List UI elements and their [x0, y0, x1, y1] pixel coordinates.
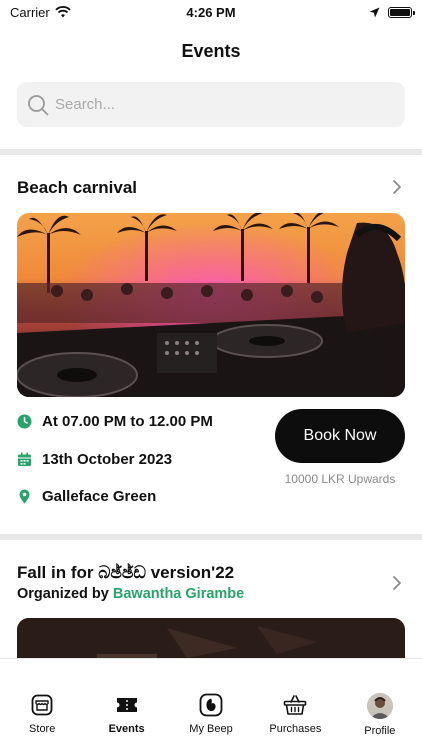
section-divider — [0, 149, 422, 155]
tab-label: Store — [29, 723, 56, 735]
store-icon — [31, 694, 53, 716]
avatar — [366, 693, 393, 719]
status-right — [272, 6, 415, 18]
page-title: Events — [181, 41, 241, 61]
event-banner-image[interactable] — [17, 213, 405, 397]
event-price: 10000 LKR Upwards — [284, 472, 396, 486]
wifi-icon — [55, 6, 71, 18]
section-divider — [0, 534, 422, 540]
tab-profile[interactable]: Profile — [338, 659, 422, 750]
event-date-row: 13th October 2023 — [17, 451, 172, 468]
chevron-right-icon[interactable] — [391, 179, 403, 195]
organizer-prefix: Organized by — [17, 586, 109, 602]
location-pin-icon — [19, 489, 30, 504]
event-location-row: Galleface Green — [17, 488, 156, 505]
organizer-name-link[interactable]: Bawantha Girambe — [113, 586, 244, 602]
event-location: Galleface Green — [42, 488, 157, 505]
book-now-button[interactable]: Book Now — [275, 409, 405, 463]
tab-label: Purchases — [269, 723, 322, 735]
beep-icon — [199, 693, 223, 717]
search-bar[interactable] — [17, 82, 405, 127]
clock-icon — [17, 414, 32, 429]
status-bar: Carrier 4:26 PM — [0, 0, 422, 24]
tab-bar: Store Events My Beep Purchases Profile — [0, 658, 422, 750]
tab-label: My Beep — [189, 723, 233, 735]
ticket-icon — [116, 698, 137, 712]
event-time-row: At 07.00 PM to 12.00 PM — [17, 413, 213, 430]
tab-store[interactable]: Store — [0, 659, 84, 750]
search-icon — [28, 94, 49, 115]
status-time: 4:26 PM — [186, 4, 236, 20]
status-left: Carrier — [10, 5, 150, 20]
carrier-label: Carrier — [10, 4, 50, 20]
search-input[interactable] — [55, 96, 385, 113]
calendar-icon — [18, 452, 31, 466]
tab-my-beep[interactable]: My Beep — [169, 659, 253, 750]
event-time: At 07.00 PM to 12.00 PM — [42, 413, 213, 430]
basket-icon — [284, 695, 307, 715]
tab-label: Profile — [364, 725, 396, 737]
tab-purchases[interactable]: Purchases — [253, 659, 337, 750]
chevron-right-icon[interactable] — [391, 575, 403, 591]
event-date: 13th October 2023 — [42, 451, 173, 468]
event-title[interactable]: Beach carnival — [17, 178, 137, 198]
battery-icon — [388, 6, 415, 18]
event-title[interactable]: Fall in for බඡ්ඡ්ඩ version'22 — [17, 563, 234, 583]
tab-label: Events — [108, 723, 145, 735]
location-arrow-icon — [369, 7, 380, 17]
event-organizer: Organized by Bawantha Girambe — [17, 586, 244, 602]
tab-events[interactable]: Events — [84, 659, 168, 750]
